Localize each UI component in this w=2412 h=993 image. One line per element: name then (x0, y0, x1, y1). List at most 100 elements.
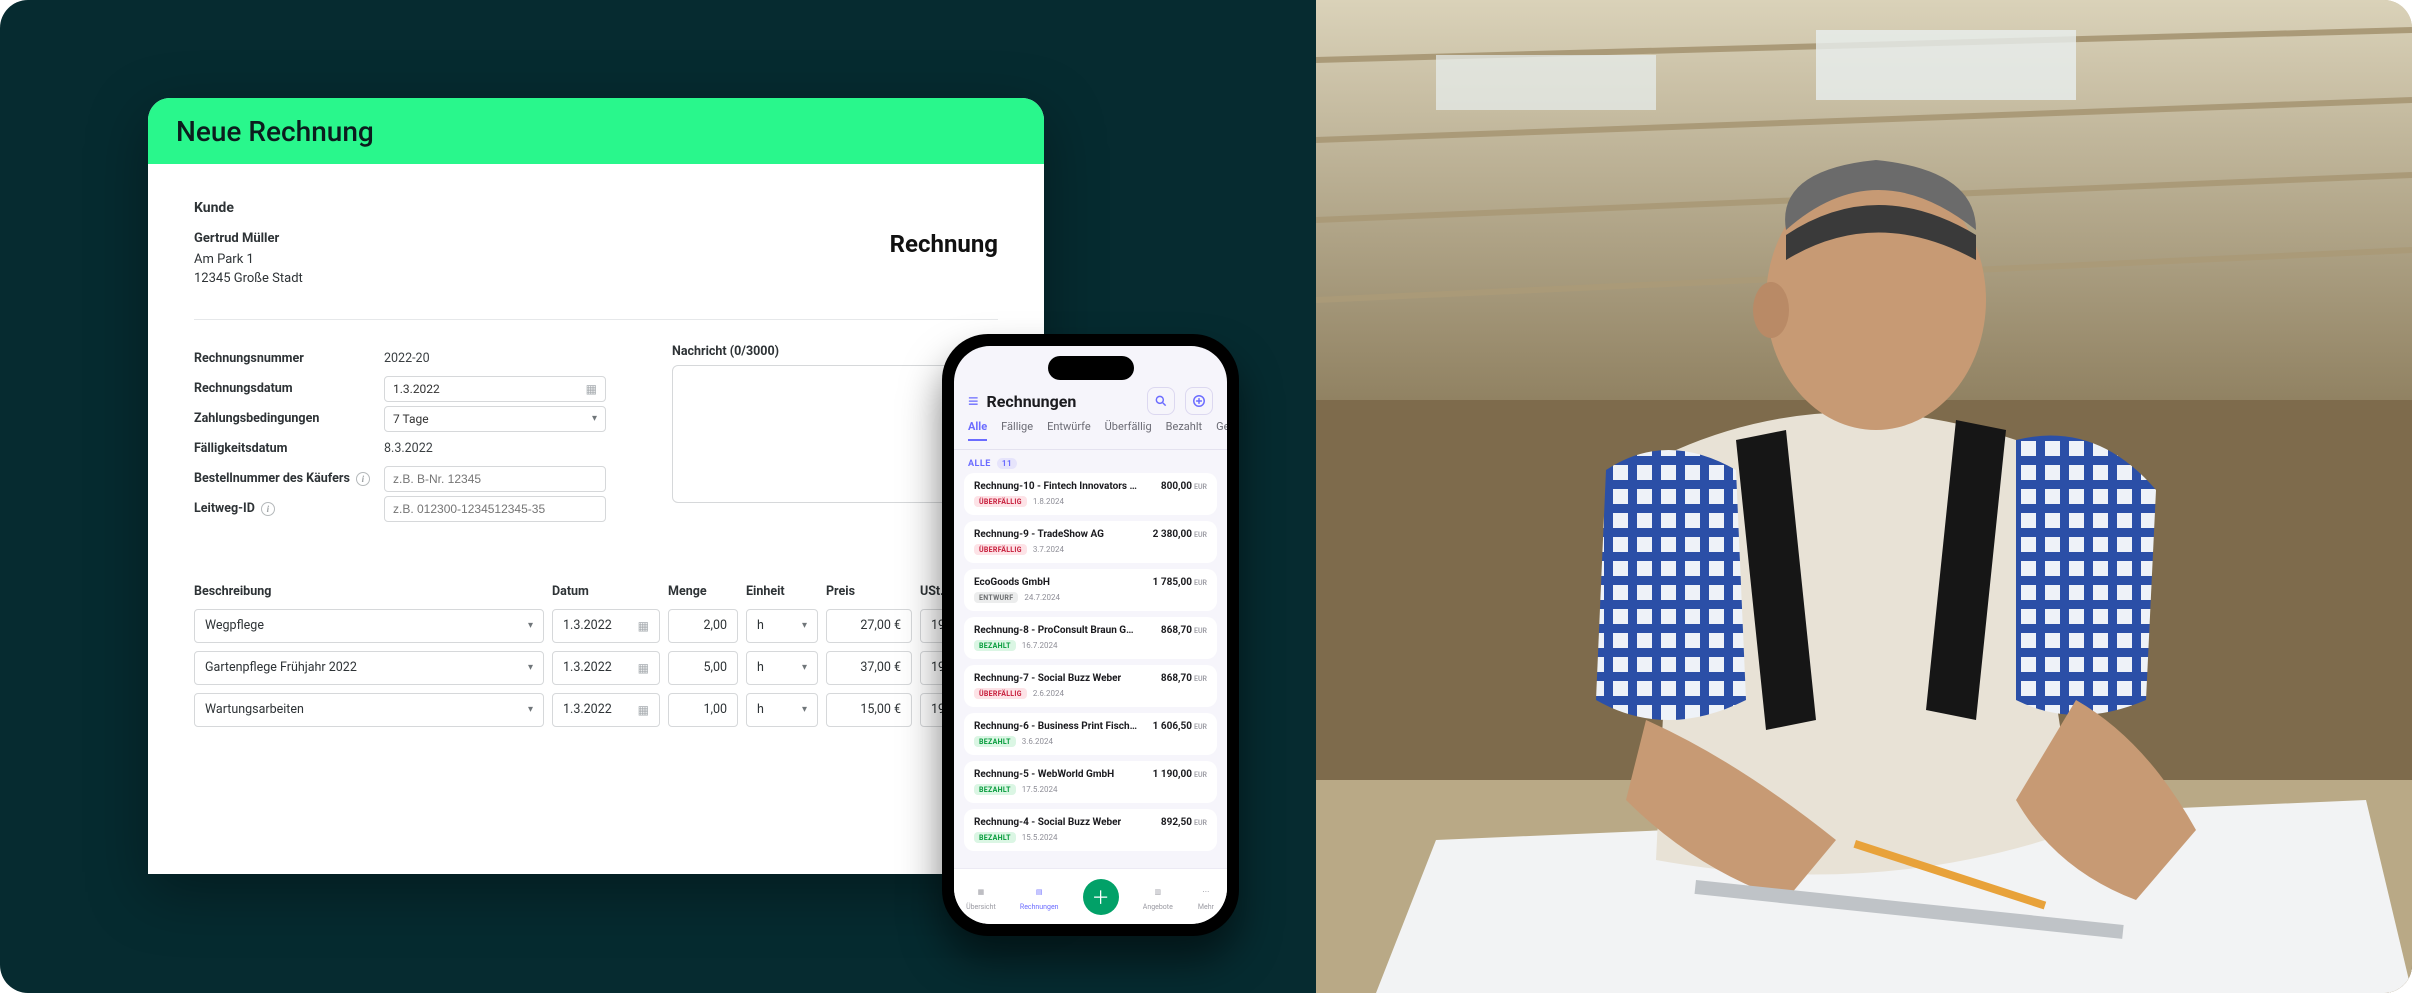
nav-more[interactable]: ⋯ Mehr (1197, 883, 1215, 911)
customer-line1: Am Park 1 (194, 251, 303, 270)
item-unit-select[interactable]: h▾ (746, 651, 818, 685)
info-icon[interactable]: i (261, 502, 275, 516)
col-date-header: Datum (552, 584, 660, 599)
invoice-list[interactable]: Rechnung-10 - Fintech Innovators Gm...80… (954, 473, 1227, 851)
phone-nav: ▦ Übersicht ▤ Rechnungen ＋ ▥ Angebote ⋯ (954, 868, 1227, 924)
item-date-field[interactable]: 1.3.2022▦ (552, 651, 660, 685)
due-label: Fälligkeitsdatum (194, 441, 384, 456)
phone-frame: ≡ Rechnungen Alle Fällige Entwürfe Überfäll… (942, 334, 1239, 936)
invoice-list-item[interactable]: Rechnung-5 - WebWorld GmbH1 190,00EUR BE… (964, 761, 1217, 803)
invoice-date-field[interactable]: 1.3.2022 ▦ (384, 376, 606, 402)
po-input[interactable] (384, 466, 606, 492)
invoice-list-item[interactable]: Rechnung-10 - Fintech Innovators Gm...80… (964, 473, 1217, 515)
item-price-field[interactable]: 27,00 € (826, 609, 912, 643)
line-item-row: Wartungsarbeiten▾ 1.3.2022▦ 1,00 h▾ 15,0… (194, 693, 998, 727)
chevron-down-icon: ▾ (802, 662, 807, 673)
invoice-date: 24.7.2024 (1024, 593, 1060, 602)
invoice-date: 17.5.2024 (1022, 785, 1058, 794)
phone-tab[interactable]: Ge (1216, 420, 1227, 441)
phone-screen: ≡ Rechnungen Alle Fällige Entwürfe Überfäll… (954, 346, 1227, 924)
item-desc-select[interactable]: Gartenpflege Frühjahr 2022▾ (194, 651, 544, 685)
leitweg-input[interactable] (384, 496, 606, 522)
terms-label: Zahlungsbedingungen (194, 411, 384, 426)
customer-address: Gertrud Müller Am Park 1 12345 Große Sta… (194, 230, 303, 289)
item-qty-field[interactable]: 5,00 (668, 651, 738, 685)
status-badge: BEZAHLT (974, 784, 1016, 795)
phone-notch (1048, 356, 1134, 380)
nav-overview[interactable]: ▦ Übersicht (966, 883, 996, 911)
chevron-down-icon: ▾ (592, 413, 597, 424)
document-title: Rechnung (890, 230, 998, 258)
calendar-icon: ▦ (638, 619, 649, 633)
item-unit-select[interactable]: h▾ (746, 693, 818, 727)
status-badge: ÜBERFÄLLIG (974, 496, 1027, 507)
item-price-field[interactable]: 37,00 € (826, 651, 912, 685)
col-unit-header: Einheit (746, 584, 818, 599)
invoice-date-label: Rechnungsdatum (194, 381, 384, 396)
col-qty-header: Menge (668, 584, 738, 599)
invoice-list-item[interactable]: Rechnung-9 - TradeShow AG2 380,00EUR ÜBE… (964, 521, 1217, 563)
phone-tabs: Alle Fällige Entwürfe Überfällig Bezahlt Ge (954, 420, 1227, 450)
item-qty-field[interactable]: 1,00 (668, 693, 738, 727)
add-icon[interactable] (1185, 387, 1213, 415)
calendar-icon: ▦ (638, 703, 649, 717)
invoice-list-item[interactable]: Rechnung-6 - Business Print Fischer...1 … (964, 713, 1217, 755)
nav-offers[interactable]: ▥ Angebote (1143, 883, 1173, 911)
customer-name: Gertrud Müller (194, 230, 303, 249)
invoice-window: Neue Rechnung Kunde Gertrud Müller Am Pa… (148, 98, 1044, 874)
status-badge: BEZAHLT (974, 640, 1016, 651)
item-desc-select[interactable]: Wartungsarbeiten▾ (194, 693, 544, 727)
calendar-icon: ▦ (638, 661, 649, 675)
nav-add-button[interactable]: ＋ (1083, 879, 1119, 915)
hero-photo (1316, 0, 2412, 993)
line-item-row: Gartenpflege Frühjahr 2022▾ 1.3.2022▦ 5,… (194, 651, 998, 685)
leitweg-label: Leitweg-ID i (194, 501, 384, 516)
phone-tab[interactable]: Alle (968, 420, 987, 441)
calendar-icon: ▦ (586, 382, 597, 396)
grid-icon: ▦ (972, 883, 990, 901)
invoice-date: 1.8.2024 (1033, 497, 1064, 506)
line-items: Beschreibung Datum Menge Einheit Preis U… (194, 584, 998, 727)
search-icon[interactable] (1147, 387, 1175, 415)
chevron-down-icon: ▾ (802, 620, 807, 631)
nav-invoices[interactable]: ▤ Rechnungen (1020, 883, 1059, 911)
invoice-date: 3.7.2024 (1033, 545, 1064, 554)
item-unit-select[interactable]: h▾ (746, 609, 818, 643)
col-price-header: Preis (826, 584, 912, 599)
invoice-list-item[interactable]: Rechnung-7 - Social Buzz Weber868,70EUR … (964, 665, 1217, 707)
invoice-no-label: Rechnungsnummer (194, 351, 384, 366)
item-price-field[interactable]: 15,00 € (826, 693, 912, 727)
due-value: 8.3.2022 (384, 441, 606, 456)
info-icon[interactable]: i (356, 472, 370, 486)
phone-tab[interactable]: Überfällig (1105, 420, 1152, 441)
invoice-date: 3.6.2024 (1022, 737, 1053, 746)
invoice-list-item[interactable]: Rechnung-8 - ProConsult Braun GmbH868,70… (964, 617, 1217, 659)
dots-icon: ⋯ (1197, 883, 1215, 901)
invoice-no-value: 2022-20 (384, 351, 606, 366)
phone-tab[interactable]: Bezahlt (1166, 420, 1202, 441)
status-badge: BEZAHLT (974, 736, 1016, 747)
window-title: Neue Rechnung (148, 98, 1044, 164)
phone-title: Rechnungen (987, 392, 1077, 411)
item-date-field[interactable]: 1.3.2022▦ (552, 693, 660, 727)
invoice-list-item[interactable]: Rechnung-4 - Social Buzz Weber892,50EUR … (964, 809, 1217, 851)
chevron-down-icon: ▾ (528, 704, 533, 715)
menu-icon[interactable]: ≡ (968, 391, 979, 412)
phone-tab[interactable]: Fällige (1001, 420, 1033, 441)
invoice-date: 2.6.2024 (1033, 689, 1064, 698)
document-icon: ▤ (1030, 883, 1048, 901)
item-desc-select[interactable]: Wegpflege▾ (194, 609, 544, 643)
chevron-down-icon: ▾ (528, 662, 533, 673)
chevron-down-icon: ▾ (802, 704, 807, 715)
customer-section-label: Kunde (194, 200, 998, 216)
status-badge: BEZAHLT (974, 832, 1016, 843)
invoice-date: 16.7.2024 (1022, 641, 1058, 650)
terms-select[interactable]: 7 Tage ▾ (384, 406, 606, 432)
status-badge: ÜBERFÄLLIG (974, 544, 1027, 555)
chevron-down-icon: ▾ (528, 620, 533, 631)
divider (194, 319, 998, 320)
item-date-field[interactable]: 1.3.2022▦ (552, 609, 660, 643)
phone-tab[interactable]: Entwürfe (1047, 420, 1091, 441)
invoice-list-item[interactable]: EcoGoods GmbH1 785,00EUR ENTWURF24.7.202… (964, 569, 1217, 611)
item-qty-field[interactable]: 2,00 (668, 609, 738, 643)
